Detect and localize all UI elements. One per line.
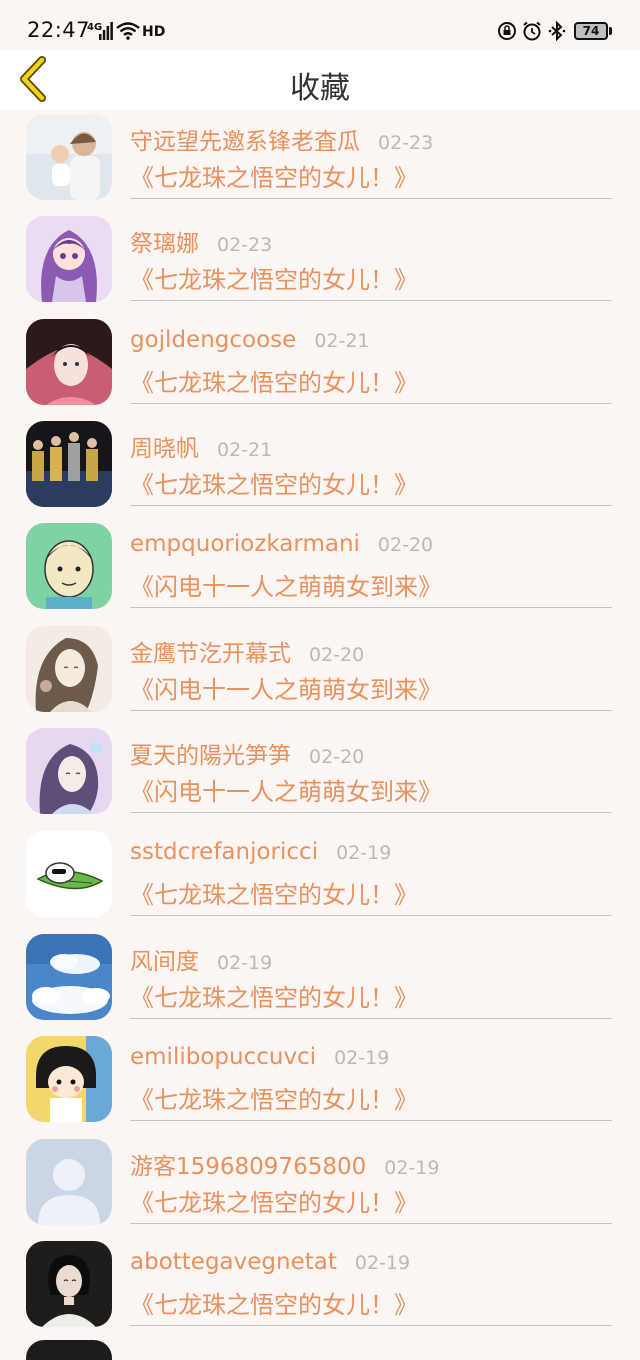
alarm-icon: [523, 21, 541, 41]
list-item[interactable]: 夏天的陽光笋笋 02-20 《闪电十一人之萌萌女到来》: [0, 724, 640, 826]
list-item[interactable]: 祭璃娜 02-23 《七龙珠之悟空的女儿！》: [0, 212, 640, 314]
item-title[interactable]: 《七龙珠之悟空的女儿！》: [130, 260, 418, 295]
item-name: 金鹰节汔开幕式: [130, 641, 291, 667]
item-title[interactable]: 《七龙珠之悟空的女儿！》: [130, 875, 418, 910]
avatar[interactable]: [26, 1340, 112, 1360]
item-date: 02-21: [314, 330, 370, 352]
avatar[interactable]: [26, 1241, 112, 1327]
divider: [130, 1325, 612, 1326]
item-date: 02-20: [377, 534, 434, 556]
item-name: 夏天的陽光笋笋: [130, 743, 291, 769]
item-name: gojldengcoose: [130, 327, 297, 353]
item-date: 02-19: [384, 1157, 440, 1179]
item-name: 守远望先邀系锋老査瓜: [130, 129, 360, 155]
list-item[interactable]: gojldengcoose 02-21 《七龙珠之悟空的女儿！》: [0, 315, 640, 417]
avatar[interactable]: [26, 1139, 112, 1225]
bluetooth-icon: [548, 21, 566, 41]
signal-icon: [99, 22, 113, 40]
item-title[interactable]: 《闪电十一人之萌萌女到来》: [130, 567, 442, 602]
item-name: sstdcrefanjoricci: [130, 839, 319, 865]
item-name: 风间度: [130, 949, 199, 975]
divider: [130, 710, 612, 711]
divider: [130, 812, 612, 813]
divider: [130, 198, 612, 199]
avatar[interactable]: [26, 114, 112, 200]
battery-icon: 74: [574, 22, 608, 40]
list-item[interactable]: abottegavegnetat 02-19 《七龙珠之悟空的女儿！》: [0, 1237, 640, 1339]
list-item[interactable]: 守远望先邀系锋老査瓜 02-23 《七龙珠之悟空的女儿！》: [0, 110, 640, 212]
page-title: 收藏: [290, 71, 350, 106]
item-name: empquoriozkarmani: [130, 531, 360, 557]
item-name: abottegavegnetat: [130, 1249, 337, 1275]
avatar[interactable]: [26, 831, 112, 917]
item-title[interactable]: 《七龙珠之悟空的女儿！》: [130, 158, 418, 193]
list-item[interactable]: emilibopuccuvci 02-19 《七龙珠之悟空的女儿！》: [0, 1032, 640, 1134]
avatar[interactable]: [26, 523, 112, 609]
item-title[interactable]: 《七龙珠之悟空的女儿！》: [130, 363, 418, 398]
item-date: 02-19: [354, 1252, 411, 1274]
list-item[interactable]: 金鹰节汔开幕式 02-20 《闪电十一人之萌萌女到来》: [0, 622, 640, 724]
item-date: 02-23: [378, 132, 434, 154]
divider: [130, 1018, 612, 1019]
avatar[interactable]: [26, 1036, 112, 1122]
item-date: 02-19: [217, 952, 273, 974]
item-date: 02-21: [217, 439, 273, 461]
item-date: 02-19: [336, 842, 392, 864]
status-time: 22:47: [27, 18, 91, 42]
divider: [130, 1223, 612, 1224]
list-item[interactable]: 游客1596809765800 02-19 《七龙珠之悟空的女儿！》: [0, 1135, 640, 1237]
item-date: 02-19: [334, 1047, 390, 1069]
battery-tip: [609, 27, 612, 35]
item-title[interactable]: 《七龙珠之悟空的女儿！》: [130, 978, 418, 1013]
item-name: 周晓帆: [130, 436, 199, 462]
item-title[interactable]: 《闪电十一人之萌萌女到来》: [130, 772, 442, 807]
item-title[interactable]: 《七龙珠之悟空的女儿！》: [130, 1183, 418, 1218]
divider: [130, 505, 612, 506]
divider: [130, 1120, 612, 1121]
list-item[interactable]: sstdcrefanjoricci 02-19 《七龙珠之悟空的女儿！》: [0, 827, 640, 929]
list-item[interactable]: 周晓帆 02-21 《七龙珠之悟空的女儿！》: [0, 417, 640, 519]
item-title[interactable]: 《七龙珠之悟空的女儿！》: [130, 1080, 418, 1115]
avatar[interactable]: [26, 626, 112, 712]
list-item[interactable]: 风间度 02-19 《七龙珠之悟空的女儿！》: [0, 930, 640, 1032]
item-name: 祭璃娜: [130, 231, 199, 257]
list-item[interactable]: empquoriozkarmani 02-20 《闪电十一人之萌萌女到来》: [0, 519, 640, 621]
item-name: 游客1596809765800: [130, 1154, 367, 1180]
divider: [130, 607, 612, 608]
item-date: 02-20: [309, 644, 365, 666]
wifi-icon: [116, 22, 140, 40]
status-bar: 22:47 4G HD 74: [0, 0, 640, 50]
header: 收藏: [0, 50, 640, 110]
item-date: 02-20: [309, 746, 365, 768]
avatar[interactable]: [26, 216, 112, 302]
avatar[interactable]: [26, 319, 112, 405]
avatar[interactable]: [26, 728, 112, 814]
item-title[interactable]: 《闪电十一人之萌萌女到来》: [130, 670, 442, 705]
item-title[interactable]: 《七龙珠之悟空的女儿！》: [130, 1285, 418, 1320]
lock-rotation-icon: [498, 22, 516, 40]
divider: [130, 915, 612, 916]
item-date: 02-23: [217, 234, 273, 256]
hd-indicator: HD: [142, 24, 166, 40]
avatar[interactable]: [26, 421, 112, 507]
avatar[interactable]: [26, 934, 112, 1020]
divider: [130, 300, 612, 301]
item-title[interactable]: 《七龙珠之悟空的女儿！》: [130, 465, 418, 500]
item-name: emilibopuccuvci: [130, 1044, 317, 1070]
divider: [130, 403, 612, 404]
